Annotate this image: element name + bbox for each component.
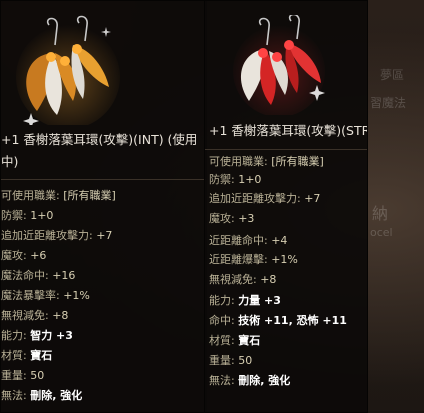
background-text: 習魔法 bbox=[370, 96, 407, 110]
stat-row-ability: 能力: 力量 +3 bbox=[209, 294, 281, 307]
stat-row-restrictions: 無法: 刪除, 強化 bbox=[209, 374, 291, 387]
stat-row-ability: 能力: 智力 +3 bbox=[1, 329, 73, 342]
item-title: +1 香榭落葉耳環(攻擊)(INT) (使用 bbox=[1, 132, 198, 147]
stat-row-ignore-reduction: 無視減免: +8 bbox=[209, 273, 277, 286]
stat-row-melee-crit: 近距離爆擊: +1% bbox=[209, 253, 298, 266]
stat-row-material: 材質: 寶石 bbox=[209, 334, 261, 347]
golden-leaf-earring-icon bbox=[16, 15, 120, 125]
item-tooltip-right: +1 香榭落葉耳環(攻擊)(STR) 可使用職業: [所有職業] 防禦: 1+0… bbox=[204, 0, 368, 413]
stat-row-class: 可使用職業: [所有職業] bbox=[209, 155, 324, 168]
item-title-continued: 中) bbox=[1, 154, 19, 169]
stat-row-ignore-reduction: 無視減免: +8 bbox=[1, 309, 69, 322]
title-divider bbox=[1, 179, 206, 180]
stat-row-defense: 防禦: 1+0 bbox=[1, 209, 54, 222]
red-leaf-earring-icon bbox=[233, 15, 325, 115]
stat-row-melee-attack: 追加近距離攻擊力: +7 bbox=[1, 229, 113, 242]
stat-row-melee-attack: 追加近距離攻擊力: +7 bbox=[209, 192, 321, 205]
background-text: ocel bbox=[370, 226, 393, 239]
stat-row-melee-hit: 近距離命中: +4 bbox=[209, 234, 288, 247]
stat-row-magic-crit: 魔法暴擊率: +1% bbox=[1, 289, 90, 302]
stat-row-defense: 防禦: 1+0 bbox=[209, 173, 262, 186]
background-text: 納 bbox=[372, 204, 389, 223]
stat-row-class: 可使用職業: [所有職業] bbox=[1, 189, 116, 202]
title-divider bbox=[205, 149, 367, 150]
stat-row-magic-attack: 魔攻: +6 bbox=[1, 249, 47, 262]
stat-row-restrictions: 無法: 刪除, 強化 bbox=[1, 389, 83, 402]
stat-row-weight: 重量: 50 bbox=[1, 369, 45, 382]
item-title: +1 香榭落葉耳環(攻擊)(STR) bbox=[209, 123, 368, 138]
background-text: 夢區 bbox=[380, 68, 405, 82]
stat-row-magic-attack: 魔攻: +3 bbox=[209, 212, 255, 225]
stat-row-weight: 重量: 50 bbox=[209, 354, 253, 367]
stat-row-magic-hit: 魔法命中: +16 bbox=[1, 269, 76, 282]
stat-row-material: 材質: 寶石 bbox=[1, 349, 53, 362]
stat-row-hit: 命中: 技術 +11, 恐怖 +11 bbox=[209, 314, 347, 327]
item-tooltip-left: +1 香榭落葉耳環(攻擊)(INT) (使用 中) 可使用職業: [所有職業] … bbox=[0, 0, 207, 413]
